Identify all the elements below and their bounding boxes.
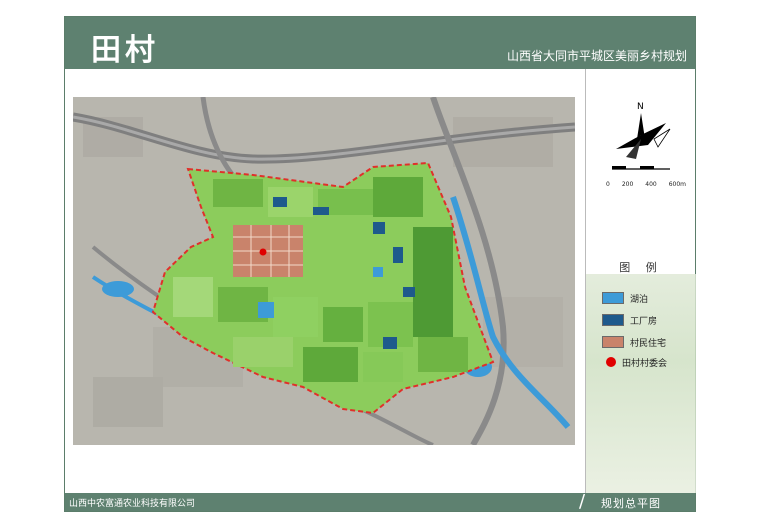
scale-label: 600m: [668, 181, 686, 188]
legend-item-label: 湖泊: [630, 294, 649, 305]
sheet-title: 规划总平图: [601, 497, 661, 510]
north-arrow-icon: N: [612, 102, 671, 170]
village-committee-marker[interactable]: [259, 248, 267, 256]
factory-swatch: [602, 314, 624, 326]
residential-swatch: [602, 336, 624, 348]
map-svg: [73, 97, 575, 445]
pond-2: [373, 267, 383, 277]
legend-item-label: 田村村委会: [622, 358, 668, 369]
scale-bar-labels: 0 200 400 600m: [606, 181, 686, 188]
header-bar: 田村 山西省大同市平城区美丽乡村规划: [65, 17, 695, 69]
north-label: N: [637, 102, 644, 112]
scale-label: 400: [645, 181, 657, 188]
master-plan-map[interactable]: [73, 97, 575, 445]
legend-title: 图 例: [619, 261, 663, 274]
company-name: 山西中农富通农业科技有限公司: [69, 499, 196, 509]
brand-title: 田村: [91, 33, 159, 68]
pond: [258, 302, 274, 318]
legend-item-label: 村民住宅: [630, 338, 667, 349]
legend-item-lake: 湖泊: [602, 291, 648, 305]
project-subtitle: 山西省大同市平城区美丽乡村规划: [506, 49, 687, 63]
legend-item-factory: 工厂房: [602, 313, 657, 327]
legend-item-label: 工厂房: [630, 316, 658, 327]
legend-item-committee: 田村村委会: [602, 355, 667, 369]
legend-item-residential: 村民住宅: [602, 335, 666, 349]
lake-west: [102, 281, 134, 297]
side-panel: N 0 200 400 600m 图 例 湖泊 工厂房 村民住宅 田村村委会: [585, 69, 696, 493]
lake-swatch: [602, 292, 624, 304]
divider-slash: /: [579, 491, 586, 512]
scale-label: 0: [606, 181, 610, 188]
scale-label: 200: [621, 181, 634, 188]
drawing-frame: 田村 山西省大同市平城区美丽乡村规划 N 0 200 400 600m 图 例 …: [64, 16, 696, 512]
footer-bar: 山西中农富通农业科技有限公司 / 规划总平图: [65, 491, 695, 512]
committee-dot-icon: [606, 357, 616, 367]
legend-background: [586, 274, 696, 493]
